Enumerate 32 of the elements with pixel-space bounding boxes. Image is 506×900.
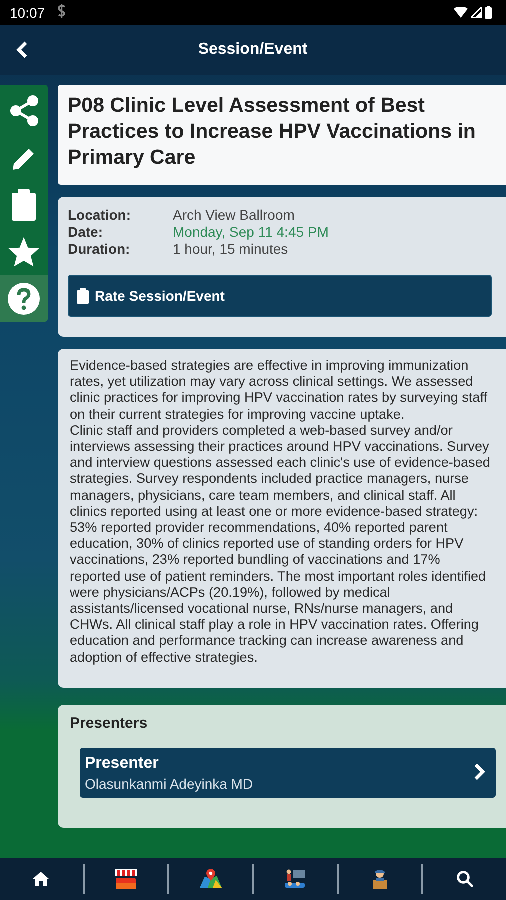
clipboard-icon [77,288,89,304]
screen-title: Session/Event [198,41,308,58]
detail-label: Duration: [68,241,132,258]
search-icon [456,870,474,888]
help-button[interactable] [0,275,48,322]
presenter-board-icon [283,868,308,890]
map-pin-icon [198,868,223,890]
presenter-role: Presenter [85,754,160,773]
star-icon [7,236,41,268]
presenter-item[interactable]: Presenter Olasunkanmi Adeyinka MD [80,748,496,798]
abstract-paragraph: Evidence-based strategies are effective in improving immunization rates, yet utilization may vary across clinical settings. We assessed clinic practices for improving HPV vaccination rates by surveying staff on their current strategies for improving vaccine uptake. [70,358,489,423]
back-icon [16,41,28,59]
share-icon [8,94,40,126]
section-heading: Presenters [70,714,149,732]
rate-session-button[interactable]: Rate Session/Event [68,275,492,317]
detail-label: Date: [68,224,104,241]
detail-value: Arch View Ballroom [173,207,296,224]
signal-icon [471,7,482,18]
session-date: Monday, Sep 11 4:45 PM [173,224,330,241]
abstract-paragraph: Clinic staff and providers completed a web-based survey and/or interviews assessing their practices around HPV vaccinations. Survey and interview questions assessed each clinic's use of evidence-based strategies. Survey respondents included practice managers, nurse managers, physicians, care team members, and clinical staff. All clinics reported using at least one or more evidence-based strategy: 53% reported provider recommendations, 40% reported parent education, 30% of clinics reported use of standing orders for HPV vaccinations, 23% reported bundling of vaccinations and 17% reported use of patient reminders. The most important roles identified were physicians/ACPs (20.19%), followed by medical assistants/licensed vocational nurse, RNs/nurse managers, and CHWs. All clinical staff play a role in HPV vaccination rates. Offering education and performance tracking can increase awareness and adoption of effective strategies. [70,422,492,666]
status-time: 10:07 [10,4,46,20]
chevron-icon [474,762,486,781]
presenter-name: Olasunkanmi Adeyinka MD [85,776,254,792]
battery-icon [485,6,492,19]
session-title: P08 Clinic Level Assessment of Best Practices to Increase HPV Vaccinations in Primary Care [68,93,477,171]
wifi-icon [454,7,468,18]
storefront-icon [114,868,138,890]
detail-value: 1 hour, 15 minutes [173,241,290,258]
help-icon [7,282,41,316]
clipboard-icon [10,188,38,222]
home-icon [32,870,50,888]
detail-label: Location: [68,207,132,224]
